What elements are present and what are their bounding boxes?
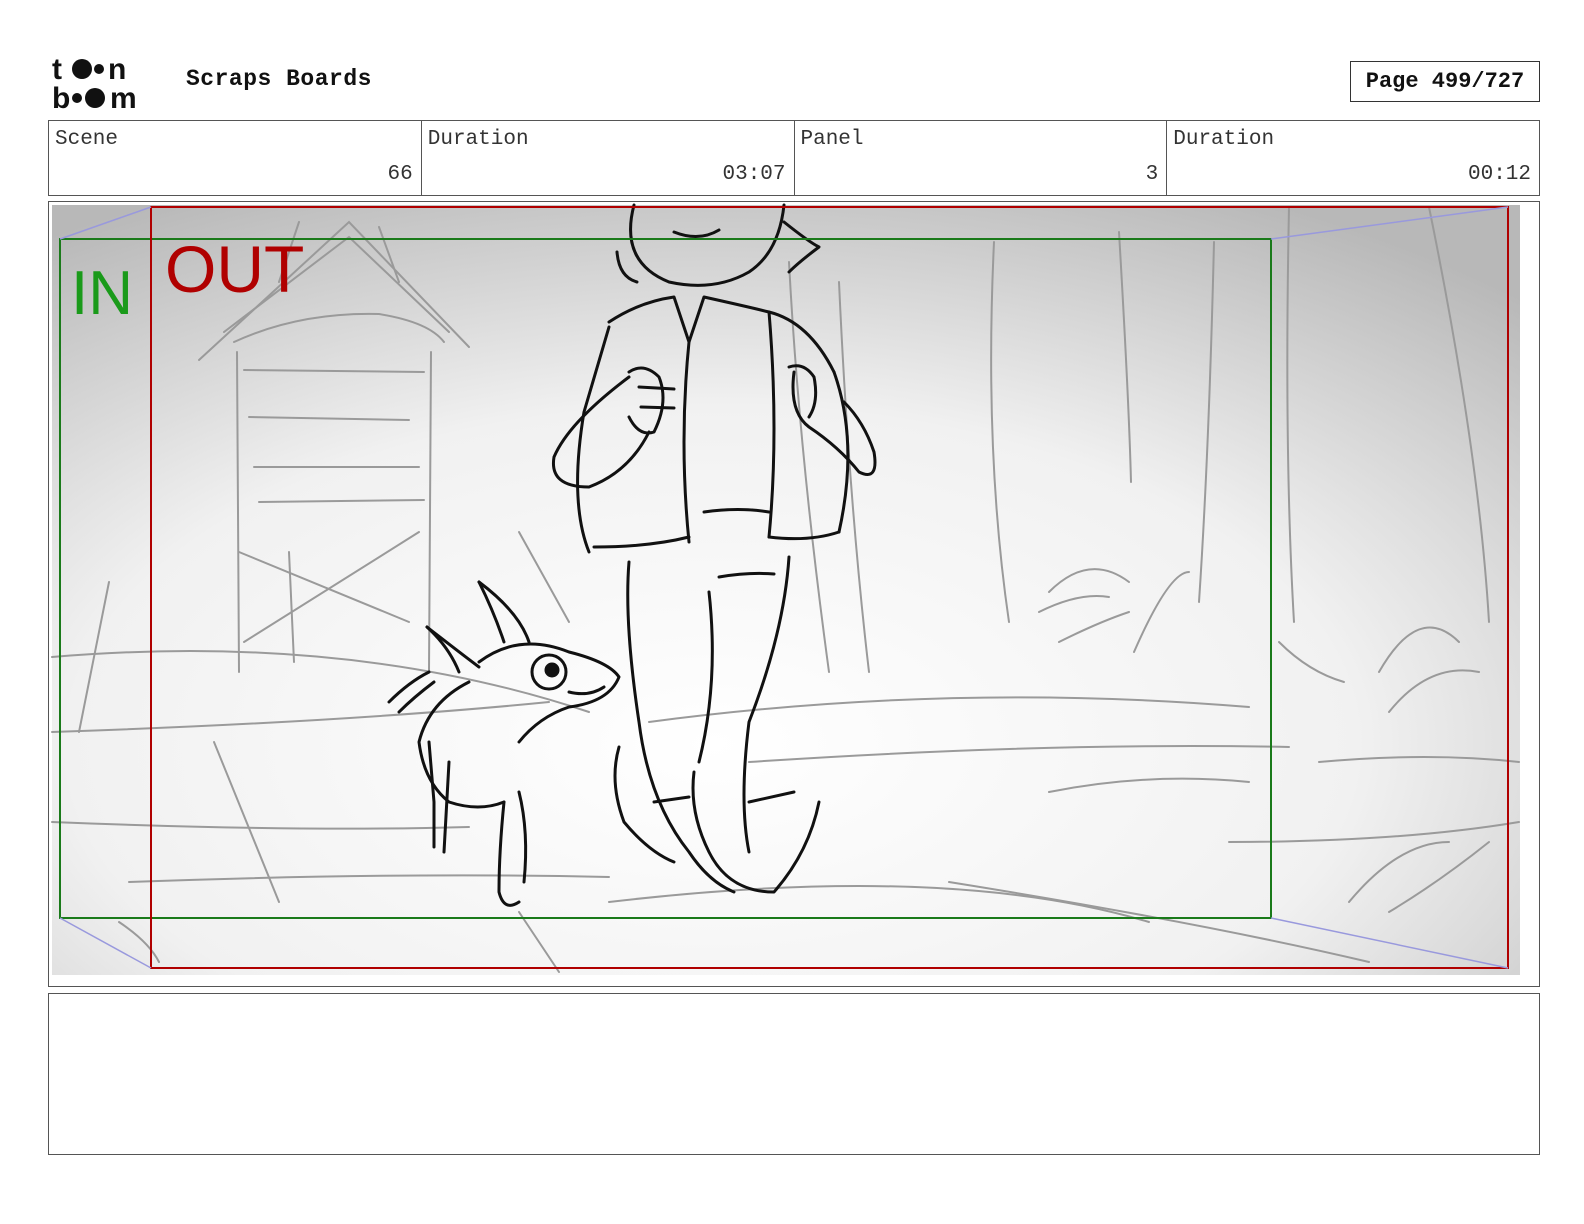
scene-cell: Scene 66 [49, 121, 422, 195]
svg-text:m: m [110, 82, 137, 112]
scene-label: Scene [55, 128, 119, 151]
scene-value: 66 [387, 163, 413, 186]
panel-label: Panel [800, 128, 864, 151]
svg-text:b: b [52, 82, 70, 112]
out-label: OUT [165, 232, 304, 306]
scene-duration-cell: Duration 03:07 [422, 121, 795, 195]
panel-cell: Panel 3 [795, 121, 1168, 195]
panel-drawing: IN OUT [51, 203, 1520, 975]
panel-duration-label: Duration [1173, 128, 1275, 151]
toon-boom-logo: t n b m [52, 53, 137, 112]
panel-duration-cell: Duration 00:12 [1167, 121, 1539, 195]
document-title: Scraps Boards [186, 66, 372, 92]
scene-duration-value: 03:07 [722, 163, 786, 186]
panel-value: 3 [1145, 163, 1159, 186]
storyboard-panel: IN OUT [48, 201, 1540, 987]
panel-notes-box [48, 993, 1540, 1155]
scene-info-row: Scene 66 Duration 03:07 Panel 3 Duration… [48, 120, 1540, 196]
page-indicator: Page 499/727 [1350, 61, 1540, 102]
in-label: IN [71, 259, 133, 328]
panel-duration-value: 00:12 [1467, 163, 1531, 186]
scene-duration-label: Duration [427, 128, 529, 151]
